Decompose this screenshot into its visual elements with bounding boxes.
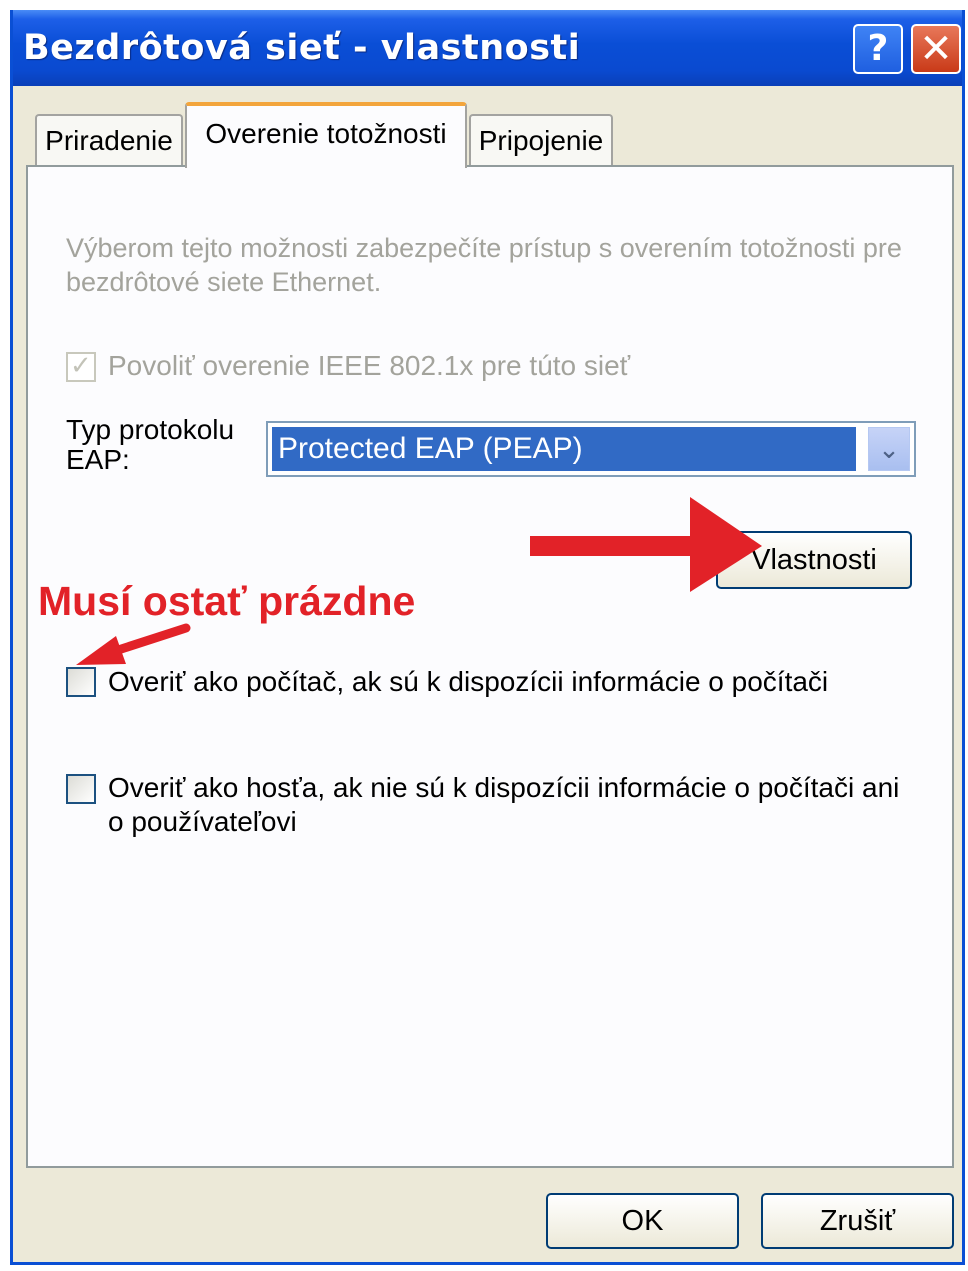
auth-as-computer-checkbox[interactable] bbox=[66, 667, 96, 697]
tab-pripojenie[interactable]: Pripojenie bbox=[469, 114, 613, 166]
tab-panel: Výberom tejto možnosti zabezpečíte príst… bbox=[26, 165, 954, 1168]
dialog-window: Bezdrôtová sieť - vlastnosti ? ✕ Prirade… bbox=[10, 10, 965, 1265]
tab-overenie-totoznosti[interactable]: Overenie totožnosti bbox=[185, 102, 467, 168]
eap-type-select[interactable]: Protected EAP (PEAP) ⌄ bbox=[266, 421, 916, 477]
window-title: Bezdrôtová sieť - vlastnosti bbox=[23, 28, 581, 68]
eap-type-label: Typ protokolu EAP: bbox=[66, 415, 234, 475]
eap-type-label-line1: Typ protokolu bbox=[66, 414, 235, 445]
ok-button[interactable]: OK bbox=[546, 1193, 739, 1249]
title-bar[interactable]: Bezdrôtová sieť - vlastnosti ? ✕ bbox=[13, 10, 962, 86]
auth-as-guest-label-line1: Overiť ako hosťa, ak nie sú k dispozícii… bbox=[108, 772, 900, 803]
eap-type-label-line2: EAP: bbox=[66, 444, 130, 475]
cancel-button[interactable]: Zrušiť bbox=[761, 1193, 954, 1249]
chevron-down-icon[interactable]: ⌄ bbox=[868, 427, 910, 471]
auth-as-computer-label: Overiť ako počítač, ak sú k dispozícii i… bbox=[108, 666, 829, 697]
properties-button[interactable]: Vlastnosti bbox=[716, 531, 912, 589]
auth-as-guest-label-line2: o používateľovi bbox=[108, 806, 297, 837]
auth-as-guest-checkbox[interactable] bbox=[66, 774, 96, 804]
description-text: Výberom tejto možnosti zabezpečíte príst… bbox=[66, 233, 902, 297]
tab-priradenie[interactable]: Priradenie bbox=[35, 114, 183, 166]
checkmark-icon: ✓ bbox=[70, 350, 92, 380]
enable-8021x-label: Povoliť overenie IEEE 802.1x pre túto si… bbox=[108, 350, 631, 381]
help-button[interactable]: ? bbox=[853, 24, 903, 74]
close-button[interactable]: ✕ bbox=[911, 24, 961, 74]
auth-as-guest-label: Overiť ako hosťa, ak nie sú k dispozícii… bbox=[108, 771, 899, 839]
eap-type-value: Protected EAP (PEAP) bbox=[272, 427, 856, 471]
enable-8021x-checkbox[interactable]: ✓ bbox=[66, 350, 96, 382]
annotation-text: Musí ostať prázdne bbox=[38, 578, 416, 624]
